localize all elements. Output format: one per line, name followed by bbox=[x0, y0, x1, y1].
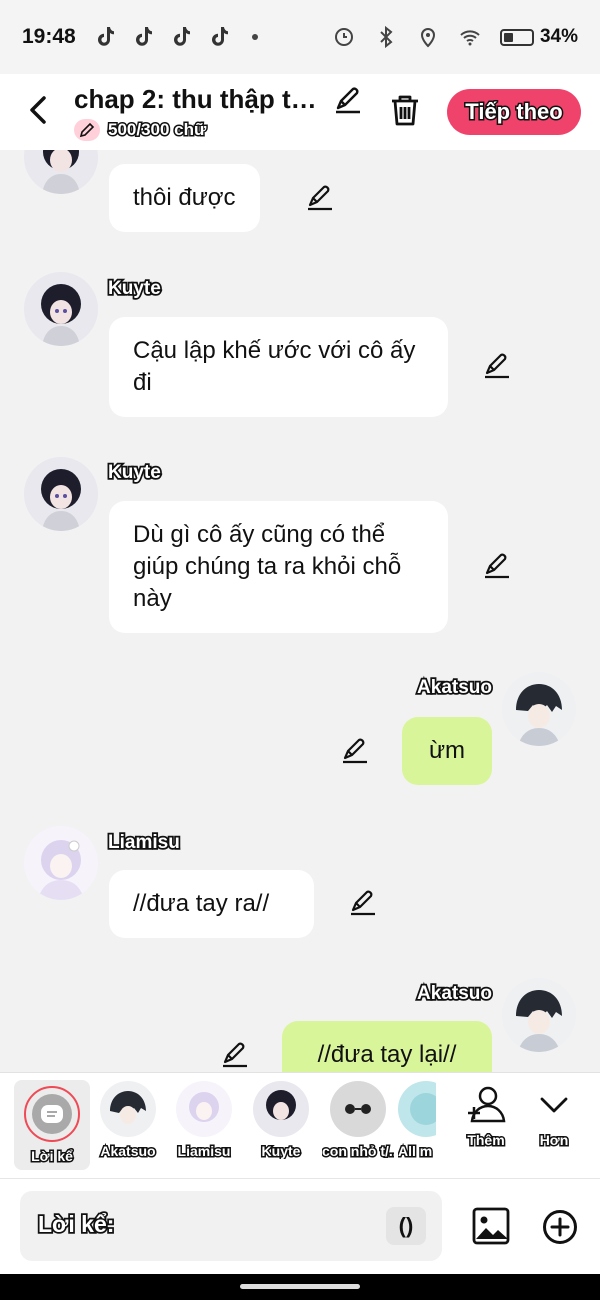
tiktok-icon bbox=[211, 27, 228, 46]
character-chip[interactable]: Liamisu bbox=[168, 1081, 240, 1159]
sender-name: Akatsuo bbox=[415, 981, 493, 1006]
character-label: Akatsuo bbox=[99, 1143, 157, 1159]
wifi-icon bbox=[460, 30, 480, 46]
input-label: Lời kể: bbox=[36, 1209, 116, 1239]
character-selector: Lời kể Akatsuo Liamisu Kuyte con nhỏ t/.… bbox=[0, 1072, 600, 1178]
avatar[interactable] bbox=[24, 457, 98, 531]
message-text: //đưa tay lại// bbox=[317, 1041, 457, 1068]
tiktok-icon bbox=[173, 27, 190, 46]
home-indicator[interactable] bbox=[240, 1284, 360, 1289]
tiktok-icon bbox=[135, 27, 152, 46]
avatar[interactable] bbox=[502, 978, 576, 1052]
message-text: Cậu lập khế ước với cô ấy đi bbox=[133, 337, 416, 396]
chapter-title[interactable]: chap 2: thu thập th... bbox=[74, 84, 319, 115]
character-chip-narration[interactable]: Lời kể bbox=[14, 1080, 90, 1170]
image-icon[interactable] bbox=[472, 1207, 510, 1245]
message-bubble[interactable]: //đưa tay ra// bbox=[109, 870, 314, 938]
battery-indicator: 34% bbox=[499, 26, 578, 48]
chevron-down-icon bbox=[540, 1097, 568, 1113]
plus-circle-icon[interactable] bbox=[542, 1209, 578, 1245]
word-count: 500/300 chữ bbox=[74, 119, 208, 141]
bluetooth-icon bbox=[380, 25, 393, 49]
message-text: //đưa tay ra// bbox=[133, 890, 270, 917]
avatar[interactable] bbox=[24, 272, 98, 346]
avatar bbox=[398, 1081, 436, 1137]
add-person-icon bbox=[468, 1086, 506, 1123]
avatar[interactable] bbox=[24, 150, 98, 194]
add-character-button[interactable]: Thêm bbox=[454, 1083, 518, 1150]
word-count-text: 500/300 chữ bbox=[106, 119, 207, 141]
pencil-icon bbox=[74, 119, 100, 141]
alarm-icon bbox=[334, 28, 353, 46]
avatar bbox=[100, 1081, 156, 1137]
character-chip[interactable]: Kuyte bbox=[245, 1081, 317, 1159]
action-parentheses-button[interactable]: () bbox=[386, 1207, 426, 1245]
character-chip[interactable]: All m bbox=[398, 1081, 436, 1159]
character-label: con nhỏ t/... bbox=[322, 1143, 394, 1159]
character-chip[interactable]: Akatsuo bbox=[92, 1081, 164, 1159]
message-bubble[interactable]: Cậu lập khế ước với cô ấy đi bbox=[109, 317, 448, 417]
pencil-icon[interactable] bbox=[348, 888, 378, 918]
more-notifications-dot bbox=[251, 34, 258, 40]
more-button[interactable]: Hơn bbox=[522, 1083, 586, 1150]
avatar[interactable] bbox=[502, 672, 576, 746]
system-nav-bar bbox=[0, 1274, 600, 1300]
narration-icon bbox=[24, 1086, 80, 1142]
trash-icon[interactable] bbox=[388, 92, 422, 128]
avatar[interactable] bbox=[24, 826, 98, 900]
avatar bbox=[253, 1081, 309, 1137]
pencil-icon[interactable] bbox=[332, 84, 364, 116]
tool-label: Thêm bbox=[466, 1131, 506, 1150]
editor-header: chap 2: thu thập th... 500/300 chữ Tiếp … bbox=[0, 74, 600, 150]
pencil-icon[interactable] bbox=[482, 351, 512, 381]
character-chip[interactable]: con nhỏ t/... bbox=[322, 1081, 394, 1159]
character-label: All m bbox=[398, 1143, 434, 1159]
composer: Lời kể: () bbox=[0, 1178, 600, 1274]
avatar bbox=[176, 1081, 232, 1137]
sender-name: Liamisu bbox=[106, 830, 181, 855]
tool-label: Hơn bbox=[538, 1131, 570, 1150]
back-arrow-icon[interactable] bbox=[24, 92, 52, 128]
message-text: thôi được bbox=[133, 184, 236, 211]
status-time: 19:48 bbox=[22, 25, 76, 48]
character-label: Kuyte bbox=[260, 1143, 302, 1159]
battery-percent: 34% bbox=[539, 26, 578, 47]
message-bubble[interactable]: Dù gì cô ấy cũng có thể giúp chúng ta ra… bbox=[109, 501, 448, 633]
notification-icons bbox=[94, 25, 258, 49]
sender-name: Akatsuo bbox=[415, 675, 493, 700]
character-label: Lời kể bbox=[30, 1148, 75, 1164]
character-label: Liamisu bbox=[176, 1143, 232, 1159]
narration-input[interactable]: Lời kể: () bbox=[20, 1191, 442, 1261]
next-button[interactable]: Tiếp theo bbox=[447, 89, 581, 135]
sender-name: Kuyte bbox=[106, 460, 162, 485]
chat-area[interactable]: thôi được Kuyte Cậu lập khế ước với cô ấ… bbox=[0, 150, 600, 1072]
message-bubble[interactable]: thôi được bbox=[109, 164, 260, 232]
pencil-icon[interactable] bbox=[305, 183, 335, 213]
tiktok-icon bbox=[97, 27, 114, 46]
pencil-icon[interactable] bbox=[482, 551, 512, 581]
pencil-icon[interactable] bbox=[340, 736, 370, 766]
message-text: ừm bbox=[428, 737, 466, 764]
battery-icon bbox=[499, 28, 534, 46]
message-bubble[interactable]: //đưa tay lại// bbox=[282, 1021, 492, 1072]
avatar bbox=[330, 1081, 386, 1137]
location-icon bbox=[420, 28, 435, 48]
message-text: Dù gì cô ấy cũng có thể giúp chúng ta ra… bbox=[133, 521, 402, 612]
pencil-icon[interactable] bbox=[220, 1040, 250, 1070]
sender-name: Kuyte bbox=[106, 276, 162, 301]
status-bar: 19:48 34% bbox=[0, 0, 600, 74]
message-bubble[interactable]: ừm bbox=[402, 717, 492, 785]
